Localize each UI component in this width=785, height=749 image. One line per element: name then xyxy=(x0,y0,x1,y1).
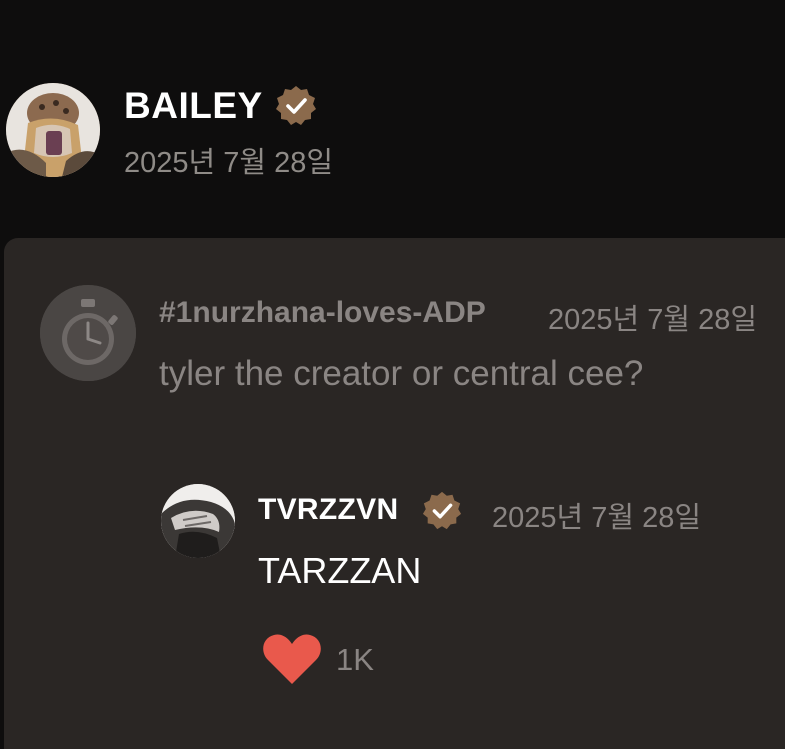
like-button[interactable] xyxy=(262,632,322,686)
heart-icon xyxy=(263,634,321,684)
page: BAILEY 2025년 7월 28일 #1nurzhana-loves-ADP… xyxy=(0,0,785,749)
post-header: BAILEY 2025년 7월 28일 xyxy=(0,0,785,235)
reply-date: 2025년 7월 28일 xyxy=(492,502,702,534)
author-name[interactable]: BAILEY xyxy=(124,85,263,127)
comment-text: tyler the creator or central cee? xyxy=(159,354,644,393)
comment-date: 2025년 7월 28일 xyxy=(548,304,758,336)
replier-username[interactable]: TVRZZVN xyxy=(258,493,398,527)
verified-badge-icon xyxy=(421,490,463,532)
replier-avatar[interactable] xyxy=(161,484,235,558)
reply-text: TARZZAN xyxy=(258,550,422,591)
commenter-username[interactable]: #1nurzhana-loves-ADP xyxy=(159,296,486,330)
commenter-avatar[interactable] xyxy=(40,285,136,381)
author-avatar[interactable] xyxy=(6,83,100,177)
post-date: 2025년 7월 28일 xyxy=(124,147,334,179)
author-avatar-image xyxy=(6,83,100,177)
comment-card: #1nurzhana-loves-ADP 2025년 7월 28일 tyler … xyxy=(4,238,785,749)
like-count: 1K xyxy=(336,642,374,677)
replier-avatar-image xyxy=(161,484,235,558)
stopwatch-icon xyxy=(40,285,136,381)
verified-badge-icon xyxy=(274,84,318,128)
